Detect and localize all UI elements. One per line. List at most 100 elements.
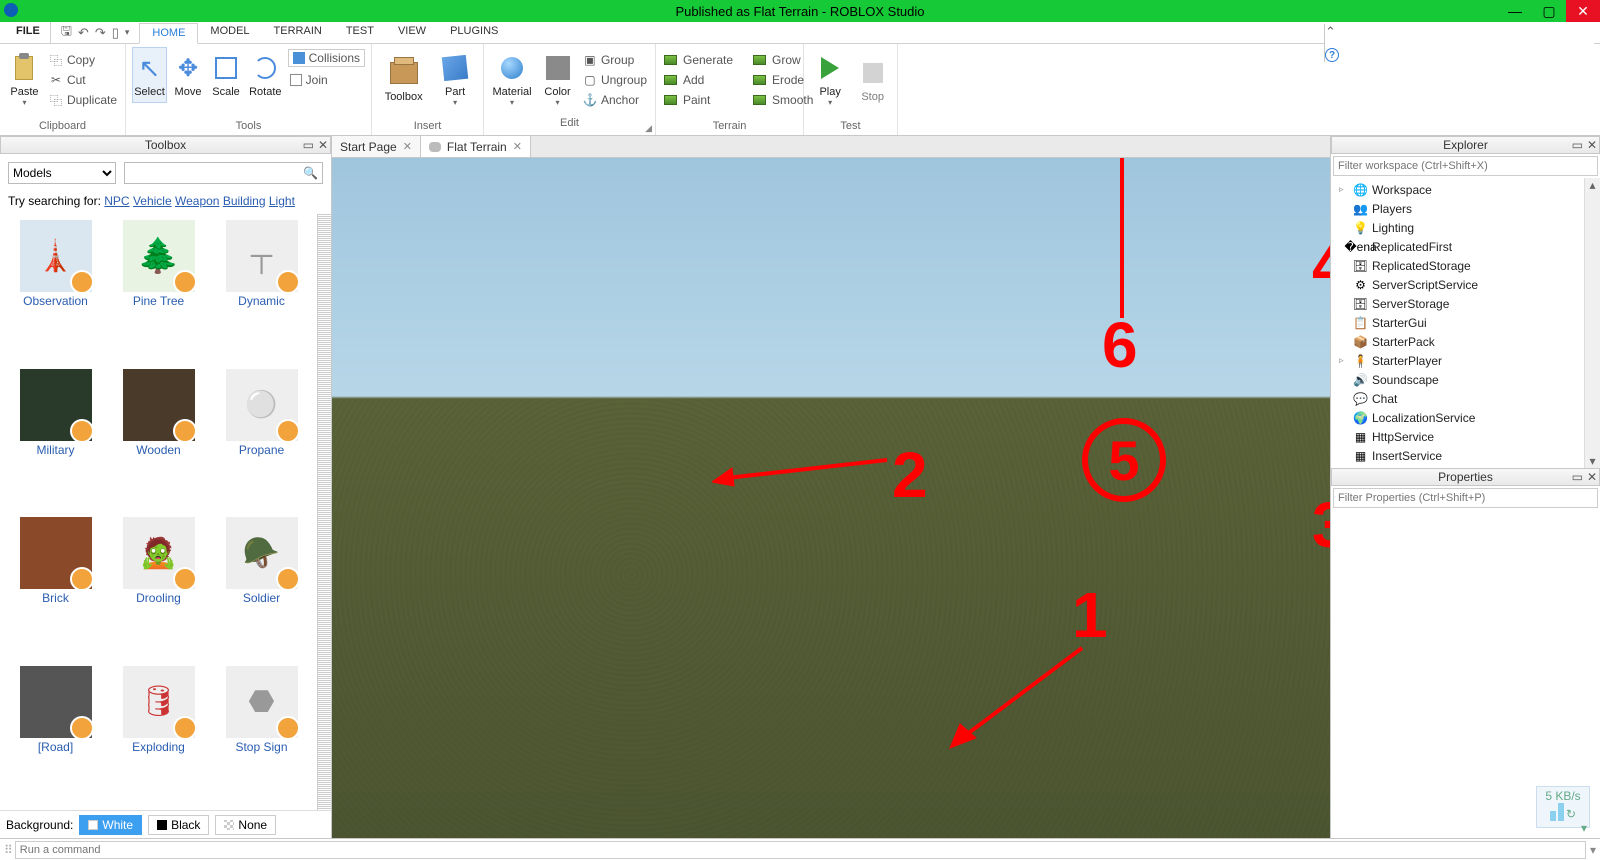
material-button[interactable]: Material▾ <box>490 47 534 112</box>
refresh-icon[interactable]: ↻ <box>1566 807 1576 821</box>
paste-button[interactable]: Paste ▾ <box>6 47 43 112</box>
toolbox-item[interactable]: 🗼Observation <box>6 220 105 359</box>
toolbox-item[interactable]: Wooden <box>109 369 208 508</box>
join-toggle[interactable]: Join <box>288 71 365 89</box>
toolbox-item[interactable]: ┬Dynamic <box>212 220 311 359</box>
undo-icon[interactable]: ↶ <box>78 25 89 41</box>
tree-row[interactable]: ▦HttpService <box>1331 427 1584 446</box>
hint-link[interactable]: NPC <box>104 194 129 208</box>
toolbox-button[interactable]: Toolbox <box>378 47 429 112</box>
tab-plugins[interactable]: PLUGINS <box>438 22 510 43</box>
doc-tab-start[interactable]: Start Page✕ <box>332 136 421 157</box>
collapse-ribbon-icon[interactable]: ⌃ <box>1325 24 1594 40</box>
tree-row[interactable]: 🗄ReplicatedStorage <box>1331 256 1584 275</box>
toolbox-item[interactable]: [Road] <box>6 666 105 805</box>
tree-row[interactable]: 💬Chat <box>1331 389 1584 408</box>
bg-none-button[interactable]: None <box>215 815 276 835</box>
chevron-down-icon[interactable]: ▾ <box>1581 821 1587 835</box>
toolbox-item[interactable]: Brick <box>6 517 105 656</box>
tree-row[interactable]: 📋StarterGui <box>1331 313 1584 332</box>
close-icon[interactable]: ✕ <box>403 140 412 153</box>
hint-link[interactable]: Vehicle <box>133 194 172 208</box>
toolbox-item[interactable]: 🪖Soldier <box>212 517 311 656</box>
doc-tab-flat-terrain[interactable]: Flat Terrain✕ <box>421 136 531 157</box>
explorer-scrollbar[interactable]: ▴▾ <box>1584 178 1600 468</box>
qat-drop-icon[interactable]: ▾ <box>125 27 130 38</box>
duplicate-button[interactable]: ⿻Duplicate <box>47 91 119 109</box>
undock-icon[interactable]: ▭ <box>1572 138 1583 152</box>
group-button[interactable]: ▣Group <box>581 51 649 69</box>
tab-test[interactable]: TEST <box>334 22 386 43</box>
toolbox-item[interactable]: Military <box>6 369 105 508</box>
undock-icon[interactable]: ▭ <box>303 138 314 152</box>
tree-row[interactable]: 📦StarterPack <box>1331 332 1584 351</box>
toolbox-search[interactable]: 🔍 <box>124 162 323 184</box>
select-button[interactable]: ↖Select <box>132 47 167 103</box>
close-icon[interactable]: ✕ <box>513 140 522 153</box>
expand-icon[interactable]: ▹ <box>1339 355 1349 366</box>
anchor-button[interactable]: ⚓Anchor <box>581 91 649 109</box>
grip-icon[interactable]: ⠿ <box>4 843 11 857</box>
toolbox-item[interactable]: 🧟Drooling <box>109 517 208 656</box>
tab-view[interactable]: VIEW <box>386 22 438 43</box>
ungroup-button[interactable]: ▢Ungroup <box>581 71 649 89</box>
terrain-generate-button[interactable]: Generate <box>662 51 735 69</box>
tab-terrain[interactable]: TERRAIN <box>262 22 334 43</box>
viewport-3d[interactable]: 7 6 4 5 2 3 1 <box>332 158 1330 838</box>
tree-row[interactable]: 👥Players <box>1331 199 1584 218</box>
toolbox-item[interactable]: 🌲Pine Tree <box>109 220 208 359</box>
maximize-button[interactable]: ▢ <box>1532 0 1566 22</box>
tree-row[interactable]: ▹🧍StarterPlayer <box>1331 351 1584 370</box>
toolbox-item[interactable]: ⬣Stop Sign <box>212 666 311 805</box>
tab-model[interactable]: MODEL <box>198 22 261 43</box>
close-icon[interactable]: ✕ <box>1587 470 1597 484</box>
file-menu[interactable]: FILE <box>6 22 51 43</box>
move-button[interactable]: ✥Move <box>171 47 205 103</box>
tree-row[interactable]: 🔊Soundscape <box>1331 370 1584 389</box>
rotate-button[interactable]: Rotate <box>247 47 284 103</box>
terrain-paint-button[interactable]: Paint <box>662 91 735 109</box>
toolbox-item[interactable]: ⚪Propane <box>212 369 311 508</box>
tree-row[interactable]: ⚙ServerScriptService <box>1331 275 1584 294</box>
explorer-tree[interactable]: ▹🌐Workspace👥Players💡Lighting�enaReplicat… <box>1331 178 1584 468</box>
toolbox-item[interactable]: 🛢Exploding <box>109 666 208 805</box>
scale-button[interactable]: Scale <box>209 47 243 103</box>
minimize-button[interactable]: — <box>1498 0 1532 22</box>
bg-white-button[interactable]: White <box>79 815 142 835</box>
dialog-launcher-icon[interactable]: ◢ <box>490 123 652 134</box>
bg-black-button[interactable]: Black <box>148 815 209 835</box>
stop-button[interactable]: Stop <box>854 47 891 112</box>
tree-row[interactable]: 🗄ServerStorage <box>1331 294 1584 313</box>
properties-filter-input[interactable] <box>1334 489 1597 507</box>
save-icon[interactable]: 🖫 <box>61 22 72 44</box>
toolbox-scrollbar[interactable] <box>317 214 331 810</box>
hint-link[interactable]: Light <box>269 194 295 208</box>
hint-link[interactable]: Weapon <box>175 194 219 208</box>
tree-row[interactable]: ▹🌐Workspace <box>1331 180 1584 199</box>
tree-row[interactable]: �enaReplicatedFirst <box>1331 237 1584 256</box>
explorer-filter-input[interactable] <box>1334 157 1597 175</box>
command-input[interactable] <box>15 841 1586 859</box>
tree-row[interactable]: 💡Lighting <box>1331 218 1584 237</box>
tree-row[interactable]: ▦InsertService <box>1331 446 1584 465</box>
toolbox-category-select[interactable]: Models <box>8 162 116 184</box>
redo-icon[interactable]: ↷ <box>95 25 106 41</box>
part-button[interactable]: Part▾ <box>433 47 477 112</box>
play-button[interactable]: Play▾ <box>810 47 850 112</box>
copy-button[interactable]: ⿻Copy <box>47 51 119 69</box>
undock-icon[interactable]: ▭ <box>1572 470 1583 484</box>
color-button[interactable]: Color▾ <box>538 47 577 112</box>
cut-button[interactable]: ✂Cut <box>47 71 119 89</box>
tab-home[interactable]: HOME <box>139 23 198 44</box>
tree-row[interactable]: 🌍LocalizationService <box>1331 408 1584 427</box>
toolbox-search-input[interactable] <box>129 166 303 180</box>
close-icon[interactable]: ✕ <box>1587 138 1597 152</box>
chevron-down-icon[interactable]: ▾ <box>1590 843 1596 857</box>
close-button[interactable]: ✕ <box>1566 0 1600 22</box>
collisions-toggle[interactable]: Collisions <box>288 49 365 67</box>
terrain-add-button[interactable]: Add <box>662 71 735 89</box>
expand-icon[interactable]: ▹ <box>1339 184 1349 195</box>
hint-link[interactable]: Building <box>223 194 266 208</box>
close-icon[interactable]: ✕ <box>318 138 328 152</box>
help-icon[interactable]: ? <box>1325 48 1339 62</box>
